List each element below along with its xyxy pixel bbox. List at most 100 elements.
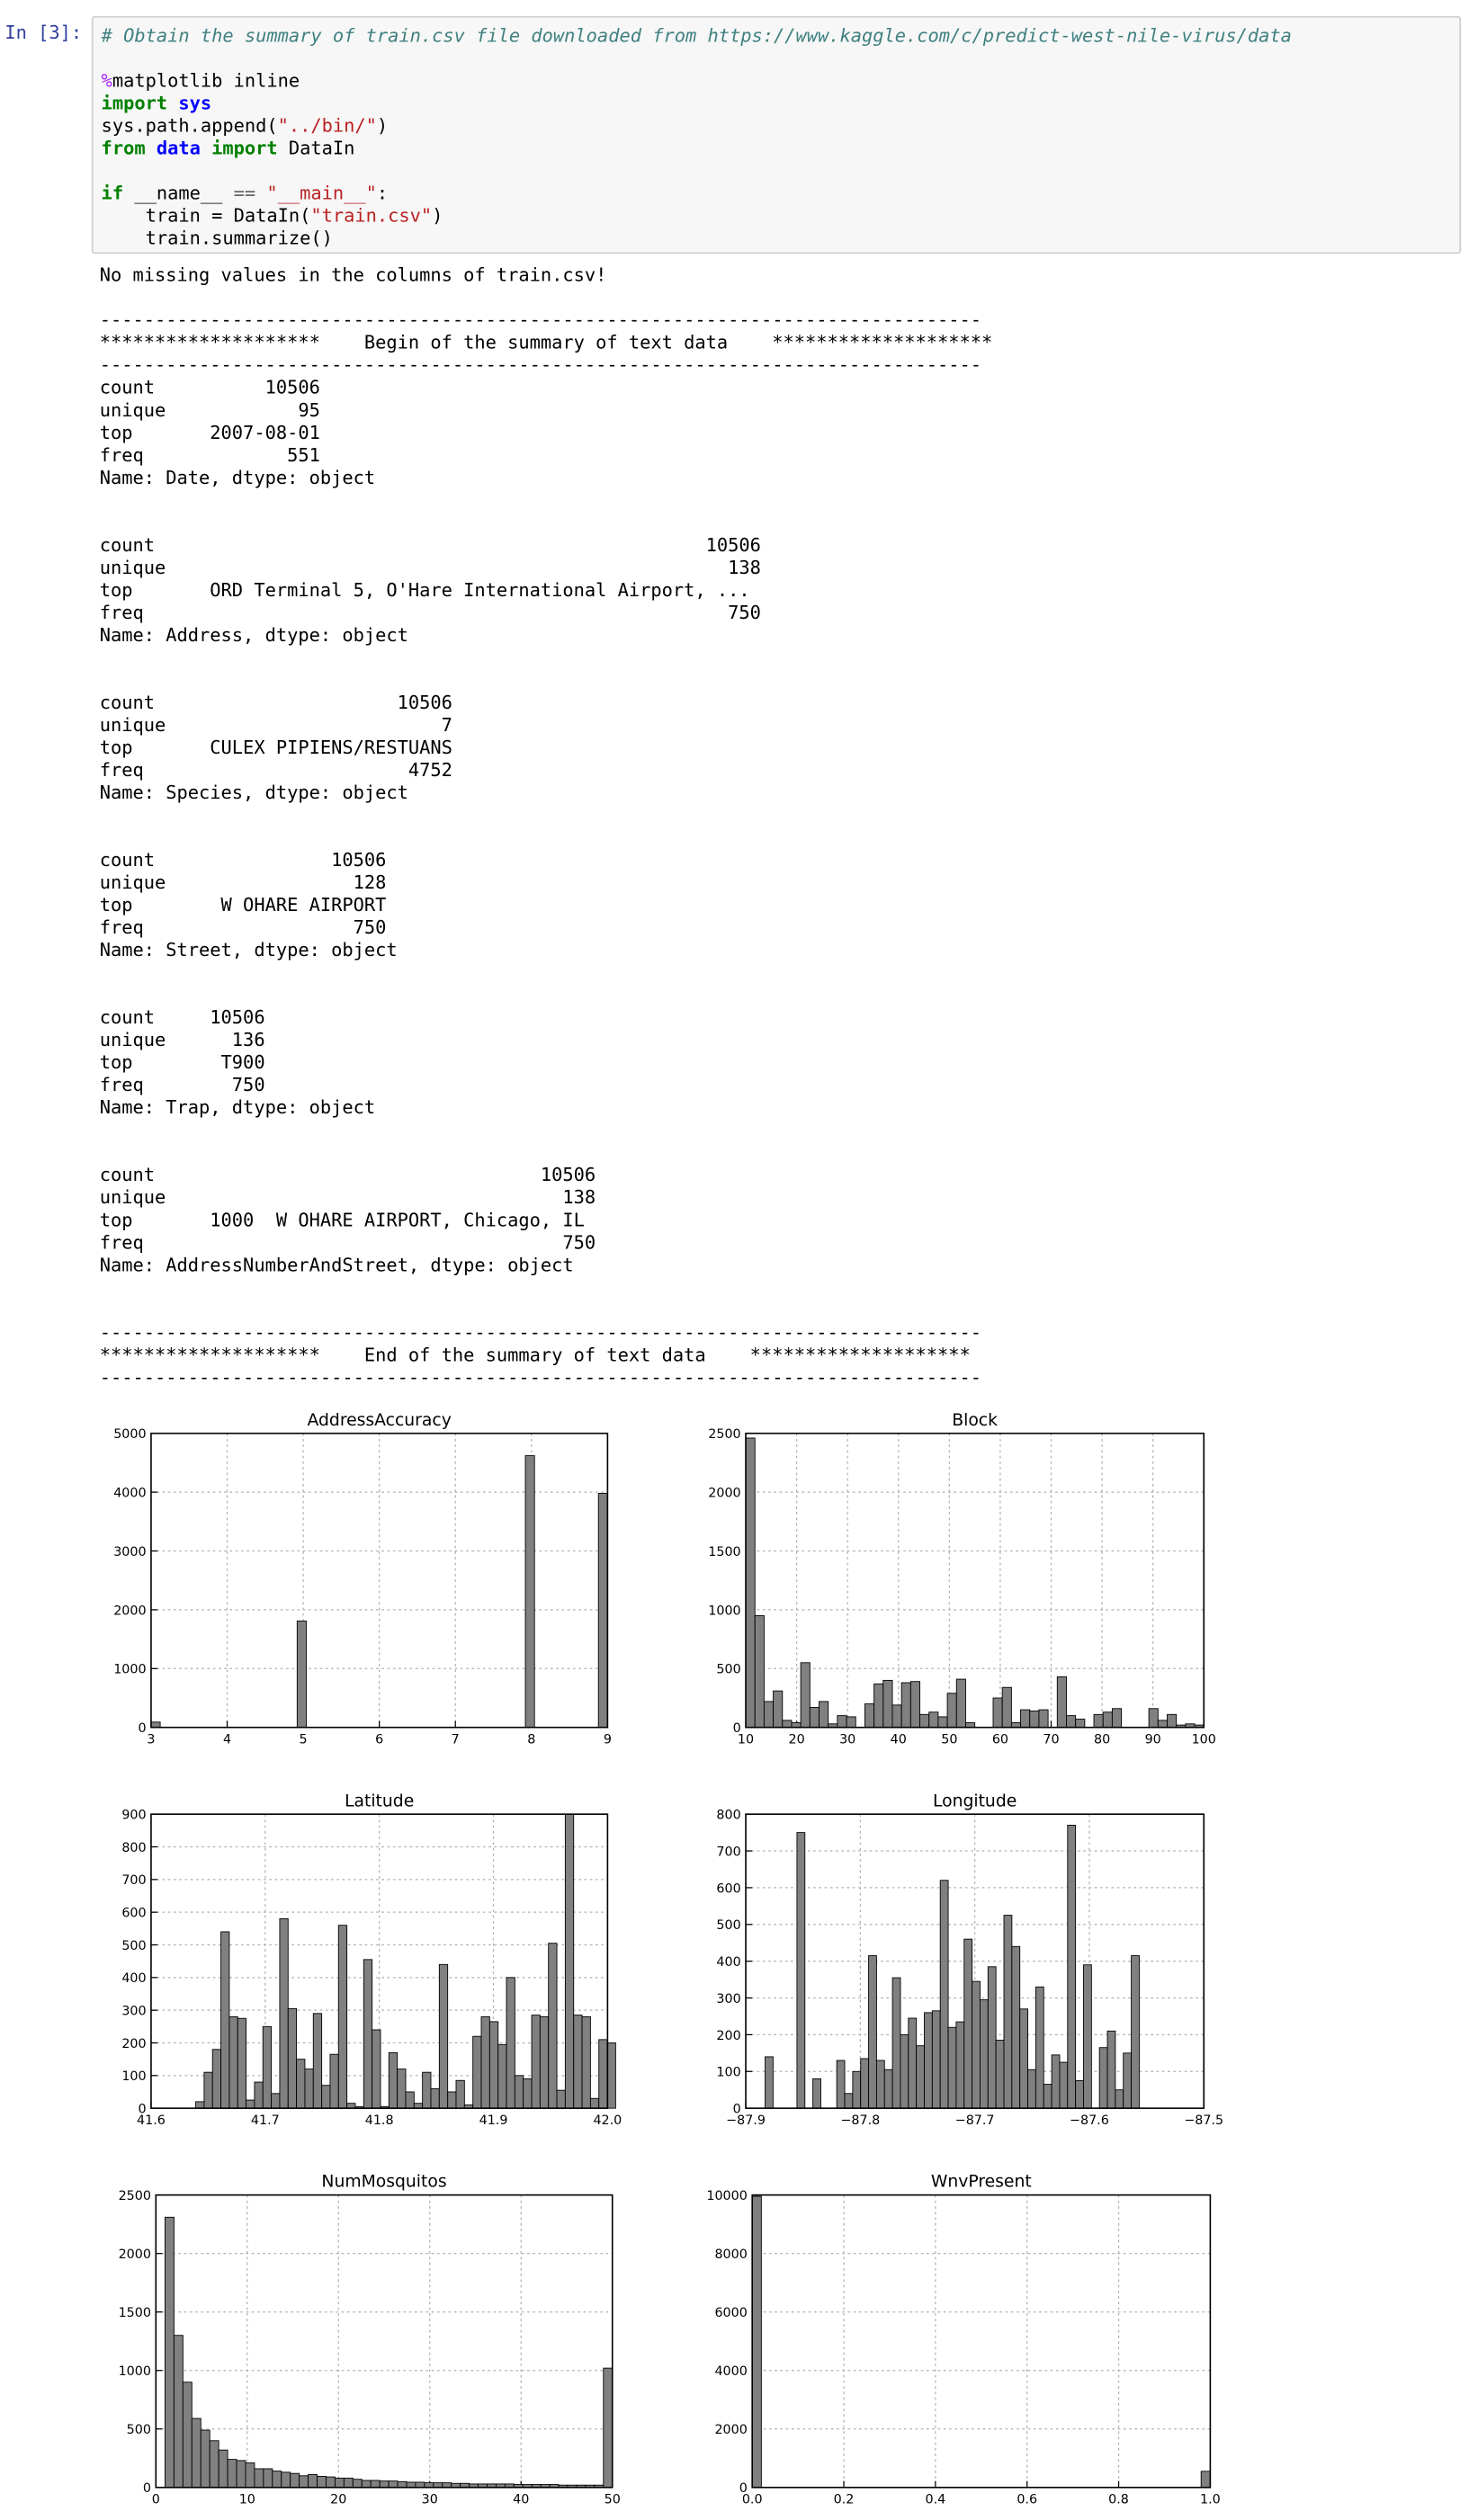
histogram-bar: [955, 2021, 965, 2109]
y-tick-label: 4000: [714, 2364, 747, 2379]
histogram-bar: [1200, 2471, 1211, 2489]
histogram-bar: [980, 1999, 989, 2109]
histogram-bar: [388, 2051, 399, 2109]
histogram-bar: [882, 1679, 893, 1729]
x-tick-label: 6: [375, 1733, 383, 1747]
histogram-bar: [1131, 1955, 1140, 2109]
histogram-bar: [326, 2476, 336, 2489]
histogram-bar: [796, 1832, 806, 2109]
y-tick-label: 5000: [113, 1427, 146, 1442]
x-tick-label: 0.6: [1017, 2493, 1037, 2507]
histogram-bar: [287, 2007, 298, 2109]
histogram-bar: [939, 1880, 949, 2109]
x-tick-label: 30: [422, 2493, 438, 2507]
y-tick-label: 700: [716, 1845, 740, 1859]
plot-frame: [745, 1432, 1205, 1729]
y-tick-label: 4000: [113, 1486, 146, 1500]
histogram-bar: [406, 2481, 417, 2489]
histogram-bar: [1038, 1709, 1049, 1729]
histogram-bar: [430, 2087, 440, 2109]
histogram-bar: [1019, 2008, 1028, 2109]
histogram-bar: [506, 1977, 515, 2109]
histogram-bar: [262, 2025, 273, 2109]
y-tick-label: 500: [716, 1918, 740, 1933]
histogram-bar: [523, 2078, 533, 2109]
y-tick-label: 0: [733, 2103, 741, 2117]
histogram-bar: [972, 1980, 981, 2109]
y-tick-label: 300: [121, 2005, 146, 2019]
histogram-bar: [1011, 1945, 1021, 2109]
histogram-bar: [220, 1931, 230, 2109]
x-tick-label: 7: [452, 1733, 460, 1747]
x-tick-label: 20: [330, 2493, 346, 2507]
histogram-bar: [203, 2071, 213, 2109]
plot-frame: [155, 2194, 614, 2489]
histogram-panel: NumMosquitos0 10 20 30 40 5005001000150020002…: [119, 2173, 621, 2507]
histogram-bar: [909, 1681, 920, 1729]
y-tick-label: 1500: [708, 1545, 740, 1559]
histogram-bar: [860, 2058, 870, 2109]
histogram-bar: [928, 1711, 939, 1729]
histogram-bar: [263, 2468, 273, 2489]
histogram-bar: [1148, 1708, 1159, 1729]
x-tick-label: −87.8: [840, 2113, 880, 2128]
histogram-bar: [556, 2089, 566, 2109]
histogram-bar: [603, 2367, 614, 2489]
histogram-bar: [539, 2015, 550, 2109]
histogram-bar: [1083, 1964, 1092, 2109]
histogram-bar: [352, 2479, 363, 2489]
histogram-bar: [1051, 2054, 1061, 2109]
histogram-bar: [363, 1959, 373, 2109]
histogram-bar: [211, 2049, 222, 2109]
histogram-bar: [379, 2480, 390, 2489]
x-tick-label: 30: [839, 1733, 855, 1747]
histogram-bar: [308, 2474, 318, 2489]
histogram-bar: [875, 2060, 885, 2109]
histogram-bar: [397, 2069, 407, 2109]
x-tick-label: 40: [513, 2493, 529, 2507]
histogram-bar: [1075, 1719, 1086, 1729]
y-tick-label: 0: [733, 1721, 741, 1736]
histogram-bar: [447, 2091, 457, 2109]
y-tick-label: 500: [121, 1939, 146, 1953]
x-tick-label: 1.0: [1200, 2493, 1221, 2507]
histogram-bar: [438, 1963, 449, 2109]
x-tick-label: 10: [239, 2493, 255, 2507]
histogram-bar: [246, 2099, 255, 2109]
histogram-bar: [597, 1492, 608, 1729]
histogram-bar: [868, 1955, 877, 2109]
histogram-bar: [1167, 1713, 1178, 1729]
histogram-bar: [480, 2015, 490, 2109]
histogram-bar: [1056, 1676, 1067, 1729]
histogram-bar: [883, 2069, 893, 2109]
histogram-bar: [245, 2462, 255, 2489]
y-tick-label: 3000: [113, 1545, 146, 1559]
histogram-bar: [1066, 1715, 1077, 1729]
histogram-bar: [773, 1690, 784, 1729]
y-tick-label: 6000: [714, 2306, 747, 2320]
x-tick-label: 0.2: [834, 2493, 855, 2507]
histogram-bar: [372, 2029, 381, 2109]
histogram-bar: [422, 2071, 432, 2109]
histogram-bar: [524, 1455, 535, 1729]
histogram-bar: [763, 1701, 775, 1729]
histogram-bar: [405, 2091, 415, 2109]
histogram-bar: [388, 2480, 399, 2489]
histogram-bar: [254, 2081, 264, 2109]
histogram-bar: [361, 2480, 372, 2489]
histogram-bar: [472, 2035, 482, 2109]
histogram-bar: [195, 2101, 205, 2109]
histogram-panel: Block10 20 30 40 50 60 70 80 90 10005001000150020…: [708, 1411, 1216, 1747]
y-tick-label: 200: [121, 2037, 146, 2051]
histogram-bar: [995, 2040, 1005, 2109]
histogram-bar: [900, 2033, 909, 2109]
histogram-bar: [873, 1683, 884, 1729]
histogram-bar: [299, 2475, 309, 2489]
y-tick-label: 900: [121, 1809, 146, 1823]
histogram-bar: [397, 2480, 408, 2489]
histogram-bar: [1001, 1686, 1012, 1729]
histogram-bar: [343, 2477, 354, 2489]
histogram-bar: [846, 1716, 856, 1729]
x-tick-label: 60: [992, 1733, 1008, 1747]
histogram-bar: [947, 2026, 957, 2109]
